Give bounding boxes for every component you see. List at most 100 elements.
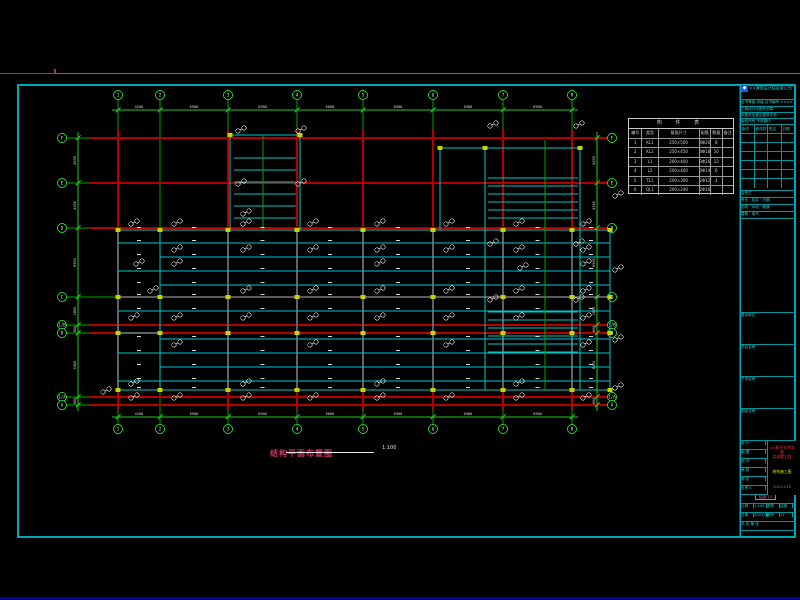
- schedule-cell: 5: [629, 177, 642, 186]
- schedule-cell: TL1: [642, 177, 658, 186]
- annotation-glyph: [450, 245, 454, 249]
- beam-mark: [137, 282, 141, 283]
- annotation-glyph: [581, 343, 585, 347]
- axis-bubble-label: 1/B: [58, 323, 66, 328]
- annotation-glyph: [581, 248, 585, 252]
- beam-mark: [261, 336, 265, 337]
- beam-mark: [589, 227, 593, 228]
- beam-mark: [137, 364, 141, 365]
- annotation-cluster: [488, 295, 498, 302]
- sign-label: 审 定: [741, 477, 766, 481]
- annotation-glyph: [101, 390, 105, 394]
- beam-mark: [536, 227, 540, 228]
- schedule-cell: 数量: [711, 129, 722, 138]
- column-marker: [570, 228, 575, 232]
- schedule-cell: L1: [642, 158, 658, 167]
- beam-mark: [328, 294, 332, 295]
- beam-mark: [536, 336, 540, 337]
- column-marker: [116, 295, 121, 299]
- annotation-glyph: [514, 289, 518, 293]
- dimension-text: 6900: [533, 412, 542, 416]
- beam-mark: [137, 350, 141, 351]
- drawing-title-underline: [286, 452, 374, 453]
- revision-cell: [741, 170, 755, 178]
- beam-mark: [396, 294, 400, 295]
- annotation-glyph: [314, 286, 318, 290]
- drawing-canvas[interactable]: 4200690069006600690069006900420069006900…: [0, 0, 800, 600]
- annotation-glyph: [236, 129, 240, 133]
- annotation-glyph: [375, 289, 379, 293]
- column-marker: [578, 146, 583, 150]
- column-marker: [226, 388, 231, 392]
- annotation-glyph: [178, 259, 182, 263]
- annotation-cluster: [613, 265, 623, 272]
- annotation-cluster: [241, 379, 251, 386]
- cad-viewport[interactable]: 4200690069006600690069006900420069006900…: [0, 0, 800, 600]
- stage-yellow: 结构施工图: [773, 470, 792, 474]
- beam-mark: [536, 282, 540, 283]
- revision-cell: [782, 134, 796, 142]
- annotation-glyph: [587, 313, 591, 317]
- schedule-cell: 2Φ12: [700, 177, 711, 186]
- revision-row: [741, 134, 796, 143]
- annotation-cluster: [581, 286, 591, 293]
- annotation-glyph: [129, 382, 133, 386]
- beam-mark: [589, 282, 593, 283]
- revision-row: [741, 143, 796, 152]
- axis-bubble-label: 1/A: [608, 395, 616, 400]
- beam-mark: [396, 387, 400, 388]
- schedule-data-row: 2KL2250×4504Φ1810: [629, 148, 733, 158]
- beam-mark: [261, 227, 265, 228]
- beam-mark: [589, 387, 593, 388]
- column-marker: [295, 388, 300, 392]
- annotation-glyph: [613, 386, 617, 390]
- beam-mark: [328, 336, 332, 337]
- dimension-text: 6900: [464, 105, 473, 109]
- column-marker: [295, 228, 300, 232]
- annotation-glyph: [107, 387, 111, 391]
- annotation-cluster: [241, 286, 251, 293]
- beam-mark: [328, 227, 332, 228]
- annotation-glyph: [135, 313, 139, 317]
- annotation-glyph: [450, 340, 454, 344]
- beam-mark: [396, 268, 400, 269]
- schedule-cell: 200×400: [659, 167, 700, 176]
- annotation-glyph: [520, 286, 524, 290]
- annotation-glyph: [241, 222, 245, 226]
- annotation-cluster: [444, 340, 454, 347]
- beam-mark: [589, 378, 593, 379]
- column-marker: [295, 331, 300, 335]
- dimension-text: 6900: [533, 105, 542, 109]
- annotation-glyph: [587, 340, 591, 344]
- annotation-glyph: [514, 248, 518, 252]
- axis-bubble-label: 1/A: [58, 395, 66, 400]
- revision-table: 版次修改内容签名日期: [741, 125, 796, 191]
- annotation-glyph: [247, 313, 251, 317]
- beam-mark: [328, 387, 332, 388]
- beam-mark: [328, 350, 332, 351]
- beam-mark: [589, 336, 593, 337]
- beam-mark: [261, 364, 265, 365]
- revision-cell: [782, 143, 796, 151]
- beam-mark: [261, 294, 265, 295]
- annotation-glyph: [574, 124, 578, 128]
- annotation-glyph: [587, 259, 591, 263]
- beam-mark: [396, 240, 400, 241]
- annotation-glyph: [134, 262, 138, 266]
- schedule-cell: 类型: [642, 129, 658, 138]
- annotation-glyph: [154, 286, 158, 290]
- company-name: ××建筑设计院有限公司: [749, 86, 792, 91]
- annotation-glyph: [241, 289, 245, 293]
- dimension-text: 6900: [394, 105, 403, 109]
- annotation-cluster: [444, 219, 454, 226]
- titleblock-labeled-cell: 建设单位: [741, 313, 796, 345]
- beam-mark: [396, 336, 400, 337]
- sheet-number-magenta: 结施-12: [755, 495, 776, 500]
- schedule-cell: [723, 167, 733, 176]
- column-marker: [116, 331, 121, 335]
- revision-cell: [782, 161, 796, 169]
- annotation-glyph: [520, 219, 524, 223]
- annotation-cluster: [488, 239, 498, 246]
- dimension-text: 4500: [592, 201, 596, 210]
- revision-cell: [782, 170, 796, 178]
